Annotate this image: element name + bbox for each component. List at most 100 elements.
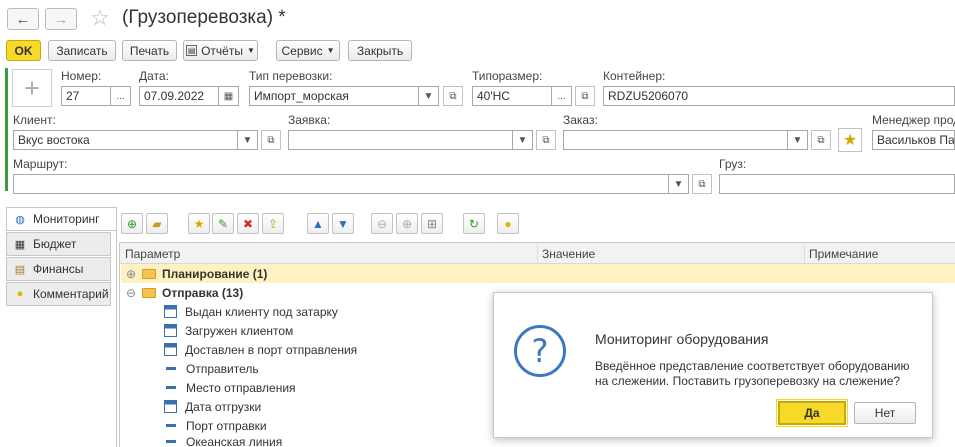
dropdown-arrow-icon: ▼ (517, 134, 528, 146)
open-window-icon: ⧉ (542, 134, 550, 146)
tab-label: Мониторинг (33, 212, 100, 226)
request-open-button[interactable]: ⧉ (536, 130, 556, 150)
tab-budget[interactable]: ▦ Бюджет (6, 232, 111, 256)
add-row-button[interactable]: ⊕ (121, 213, 143, 234)
size-select-button[interactable]: ... (552, 86, 572, 106)
transport-type-field[interactable]: Импорт_морская (249, 86, 419, 106)
order-field[interactable] (563, 130, 788, 150)
arrow-down-icon: ▼ (337, 216, 349, 231)
tab-panel-border (116, 207, 117, 447)
ok-button[interactable]: OK (6, 40, 41, 61)
tree-view-button[interactable]: ⊞ (421, 213, 443, 234)
tab-comment[interactable]: ● Комментарий (6, 282, 111, 306)
reference-icon (166, 424, 176, 427)
route-open-button[interactable]: ⧉ (692, 174, 712, 194)
cargo-label: Груз: (719, 157, 747, 171)
form-accent-bar (5, 68, 8, 191)
dropdown-arrow-icon: ▼ (326, 46, 335, 55)
speech-bubble-icon: ● (16, 288, 24, 300)
order-open-button[interactable]: ⧉ (811, 130, 831, 150)
request-dropdown[interactable]: ▼ (513, 130, 533, 150)
comment-button[interactable]: ● (497, 213, 519, 234)
row-label: Отправитель (186, 361, 259, 376)
calendar-icon (164, 343, 177, 356)
speech-bubble-icon: ● (504, 216, 512, 231)
date-field[interactable]: 07.09.2022 (139, 86, 219, 106)
size-field[interactable]: 40'HC (472, 86, 552, 106)
number-select-button[interactable]: ... (111, 86, 131, 106)
edit-button[interactable]: ✎ (212, 213, 234, 234)
folder-icon (142, 287, 156, 298)
client-dropdown[interactable]: ▼ (238, 130, 258, 150)
open-window-icon: ⧉ (449, 90, 457, 102)
dropdown-arrow-icon: ▼ (673, 178, 684, 190)
open-window-icon: ⧉ (817, 134, 825, 146)
route-field[interactable] (13, 174, 669, 194)
star-icon: ★ (842, 132, 858, 149)
save-button[interactable]: Записать (48, 40, 116, 61)
delete-button[interactable]: ✖ (237, 213, 259, 234)
tab-label: Финансы (33, 262, 84, 276)
refresh-button[interactable]: ↻ (463, 213, 485, 234)
tab-finance[interactable]: ▤ Финансы (6, 257, 111, 281)
delete-icon: ✖ (242, 216, 254, 231)
size-open-button[interactable]: ⧉ (575, 86, 595, 106)
collapse-icon[interactable]: ⊖ (126, 286, 142, 300)
date-label: Дата: (139, 69, 169, 83)
add-photo-button[interactable]: + (12, 69, 52, 107)
request-label: Заявка: (288, 113, 331, 127)
finance-icon: ▤ (14, 263, 26, 276)
dialog-title: Мониторинг оборудования (595, 331, 769, 347)
pencil-icon: ✎ (217, 216, 229, 231)
transport-type-label: Тип перевозки: (249, 69, 333, 83)
client-open-button[interactable]: ⧉ (261, 130, 281, 150)
no-button[interactable]: Нет (854, 402, 916, 424)
add-folder-button[interactable]: ▰ (146, 213, 168, 234)
yes-button[interactable]: Да (776, 399, 848, 427)
forward-button[interactable]: → (45, 8, 77, 30)
route-dropdown[interactable]: ▼ (669, 174, 689, 194)
column-header-value[interactable]: Значение (538, 244, 805, 264)
print-button[interactable]: Печать (122, 40, 177, 61)
star-icon: ★ (193, 216, 205, 231)
calendar-button[interactable]: ▦ (219, 86, 239, 106)
number-field[interactable]: 27 (61, 86, 111, 106)
move-down-button[interactable]: ▼ (332, 213, 354, 234)
column-header-parameter[interactable]: Параметр (121, 244, 538, 264)
favorite-star-icon[interactable]: ☆ (90, 5, 110, 31)
move-to-folder-button[interactable]: ⇪ (262, 213, 284, 234)
back-button[interactable]: ← (7, 8, 39, 30)
reports-label: Отчёты (201, 43, 243, 58)
globe-icon: ◍ (15, 213, 25, 226)
tab-monitoring[interactable]: ◍ Мониторинг (6, 207, 116, 231)
reference-icon (166, 386, 176, 389)
collapse-button[interactable]: ⊖ (371, 213, 393, 234)
transport-type-open-button[interactable]: ⧉ (443, 86, 463, 106)
service-button[interactable]: Сервис ▼ (276, 40, 340, 61)
row-label: Дата отгрузки (185, 399, 262, 414)
reports-icon: ▤ (186, 45, 198, 56)
manager-favorite-button[interactable]: ★ (838, 128, 862, 152)
transport-type-dropdown[interactable]: ▼ (419, 86, 439, 106)
move-up-button[interactable]: ▲ (307, 213, 329, 234)
folder-icon (142, 268, 156, 279)
expand-button[interactable]: ⊕ (396, 213, 418, 234)
open-window-icon: ⧉ (698, 178, 706, 190)
request-field[interactable] (288, 130, 513, 150)
client-field[interactable]: Вкус востока (13, 130, 238, 150)
close-button[interactable]: Закрыть (348, 40, 412, 61)
container-field[interactable]: RDZU5206070 (603, 86, 955, 106)
favorite-button[interactable]: ★ (188, 213, 210, 234)
reports-button[interactable]: ▤ Отчёты ▼ (183, 40, 258, 61)
row-label: Выдан клиенту под затарку (185, 304, 338, 319)
arrow-left-icon: ← (15, 10, 31, 28)
dialog-message: Введённое представление соответствует об… (595, 359, 910, 388)
column-header-note[interactable]: Примечание (805, 244, 955, 264)
order-dropdown[interactable]: ▼ (788, 130, 808, 150)
table-row[interactable]: ⊕ Планирование (1) (121, 264, 955, 283)
manager-label: Менеджер прода (872, 113, 955, 127)
cargo-field[interactable] (719, 174, 955, 194)
manager-field[interactable]: Васильков Павел (872, 130, 955, 150)
expand-icon[interactable]: ⊕ (126, 267, 142, 281)
calendar-icon: ▦ (223, 90, 234, 102)
